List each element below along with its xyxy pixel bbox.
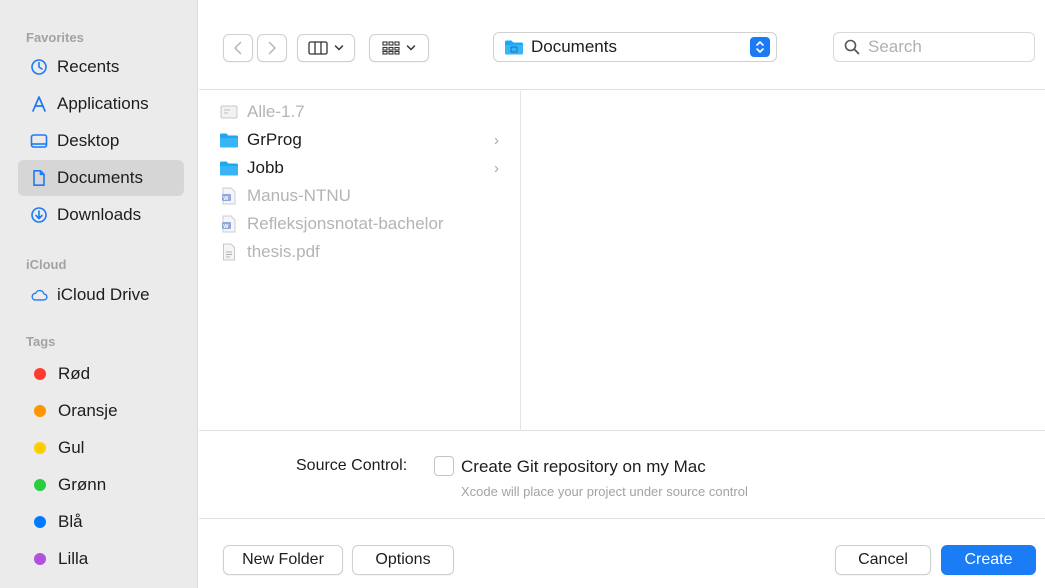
tag-dot-icon (34, 516, 46, 528)
tag-dot-icon (34, 553, 46, 565)
search-input[interactable] (868, 37, 1018, 57)
file-row-thesis-pdf[interactable]: thesis.pdf (219, 239, 509, 265)
file-icon (219, 103, 239, 121)
search-icon (844, 39, 860, 55)
new-folder-button[interactable]: New Folder (223, 545, 343, 575)
folder-row-jobb[interactable]: Jobb › (219, 155, 509, 181)
cancel-button[interactable]: Cancel (835, 545, 931, 575)
back-button[interactable] (223, 34, 253, 62)
chevron-right-icon: › (494, 131, 499, 149)
forward-button[interactable] (257, 34, 287, 62)
options-button[interactable]: Options (352, 545, 454, 575)
chevron-left-icon (234, 41, 242, 55)
chevron-right-icon: › (494, 159, 499, 177)
sidebar-tag-orange[interactable]: Oransje (18, 393, 184, 429)
source-control-label: Source Control: (296, 457, 408, 474)
create-button[interactable]: Create (941, 545, 1036, 575)
file-browser: Alle-1.7 GrProg › Jobb › W Manus-NTNU W (199, 91, 1045, 431)
sidebar-item-label: iCloud Drive (57, 285, 150, 304)
source-control-hint: Xcode will place your project under sour… (461, 484, 748, 499)
download-icon (28, 204, 50, 226)
cloud-icon (28, 284, 50, 306)
document-icon (28, 167, 50, 189)
toolbar: Documents (199, 0, 1045, 90)
file-row-refleksjonsnotat[interactable]: W Refleksjonsnotat-bachelor (219, 211, 509, 237)
chevron-down-icon (334, 45, 344, 51)
sidebar-item-label: Documents (57, 168, 143, 187)
group-button[interactable] (369, 34, 429, 62)
sidebar-item-recents[interactable]: Recents (18, 49, 184, 85)
desktop-icon (28, 130, 50, 152)
sidebar-item-label: Recents (57, 57, 120, 76)
sidebar-item-label: Rød (58, 364, 91, 383)
folder-icon (505, 40, 523, 55)
columns-view-icon (308, 41, 328, 55)
file-row-alle[interactable]: Alle-1.7 (219, 99, 509, 125)
sidebar-tag-purple[interactable]: Lilla (18, 541, 184, 577)
tag-dot-icon (34, 479, 46, 491)
sidebar-item-label: Blå (58, 512, 83, 531)
sidebar-item-label: Lilla (58, 549, 89, 568)
sidebar-item-label: Downloads (57, 205, 142, 224)
bottom-bar: New Folder Options Cancel Create (199, 518, 1045, 588)
file-name: Alle-1.7 (247, 102, 305, 121)
file-name: GrProg (247, 130, 302, 149)
sidebar-item-desktop[interactable]: Desktop (18, 123, 184, 159)
sidebar-tag-red[interactable]: Rød (18, 356, 184, 392)
location-label: Documents (531, 37, 617, 56)
create-git-repo-checkbox[interactable] (434, 456, 454, 476)
sidebar-section-icloud: iCloud (26, 257, 67, 272)
sidebar-item-label: Gul (58, 438, 85, 457)
sidebar-section-tags: Tags (26, 334, 56, 349)
clock-icon (28, 56, 50, 78)
location-popup[interactable]: Documents (493, 32, 777, 62)
sidebar-tag-green[interactable]: Grønn (18, 467, 184, 503)
sidebar: Favorites Recents Applications Desktop D… (0, 0, 198, 588)
file-name: Jobb (247, 158, 284, 177)
sidebar-tag-blue[interactable]: Blå (18, 504, 184, 540)
word-doc-icon: W (219, 187, 239, 205)
sidebar-tag-yellow[interactable]: Gul (18, 430, 184, 466)
sidebar-item-downloads[interactable]: Downloads (18, 197, 184, 233)
sidebar-item-label: Desktop (57, 131, 120, 150)
applications-icon (28, 93, 50, 115)
sidebar-item-label: Grønn (58, 475, 107, 494)
pdf-icon (219, 243, 239, 261)
file-name: Refleksjonsnotat-bachelor (247, 214, 444, 233)
word-doc-icon: W (219, 215, 239, 233)
tag-dot-icon (34, 405, 46, 417)
file-row-manus-ntnu[interactable]: W Manus-NTNU (219, 183, 509, 209)
grid-icon (382, 41, 400, 55)
browser-column-1: Alle-1.7 GrProg › Jobb › W Manus-NTNU W (199, 91, 521, 431)
svg-text:W: W (223, 196, 229, 202)
sidebar-section-favorites: Favorites (26, 30, 84, 45)
sidebar-item-icloud-drive[interactable]: iCloud Drive (18, 277, 184, 313)
file-name: Manus-NTNU (247, 186, 351, 205)
chevron-right-icon (268, 41, 276, 55)
sidebar-item-label: Applications (57, 94, 149, 113)
view-mode-button[interactable] (297, 34, 355, 62)
folder-icon (219, 159, 239, 177)
file-name: thesis.pdf (247, 242, 320, 261)
sidebar-item-applications[interactable]: Applications (18, 86, 184, 122)
create-git-repo-label[interactable]: Create Git repository on my Mac (461, 457, 706, 477)
tag-dot-icon (34, 442, 46, 454)
sidebar-item-documents[interactable]: Documents (18, 160, 184, 196)
folder-icon (219, 131, 239, 149)
tag-dot-icon (34, 368, 46, 380)
svg-text:W: W (223, 224, 229, 230)
sidebar-item-label: Oransje (58, 401, 118, 420)
up-down-arrows-icon (750, 37, 770, 57)
search-field[interactable] (833, 32, 1035, 62)
chevron-down-icon (406, 45, 416, 51)
folder-row-grprog[interactable]: GrProg › (219, 127, 509, 153)
